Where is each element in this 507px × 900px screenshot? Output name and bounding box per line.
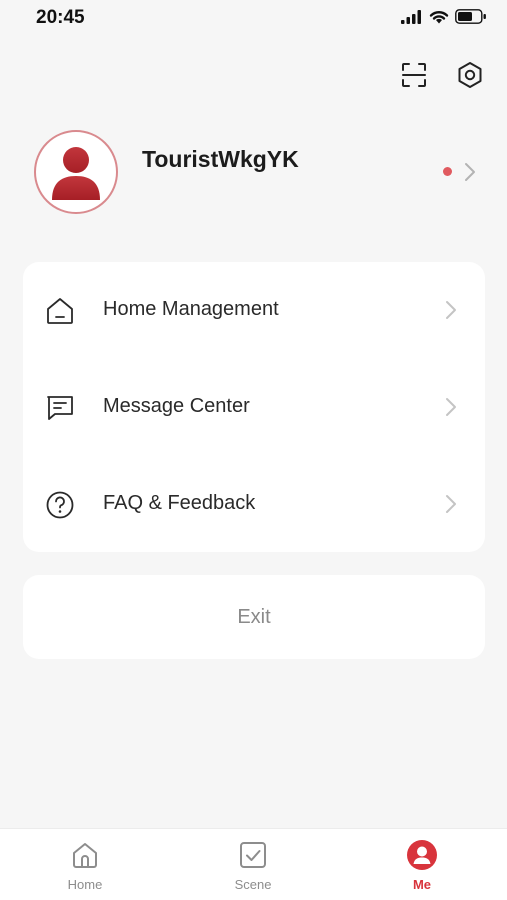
wifi-icon — [429, 11, 449, 24]
menu-item-message-center[interactable]: Message Center — [23, 359, 485, 455]
chevron-right-icon — [445, 494, 457, 519]
settings-button[interactable] — [455, 60, 485, 90]
menu-item-label: FAQ & Feedback — [103, 492, 256, 514]
tab-label: Scene — [234, 877, 272, 892]
tab-scene[interactable]: Scene — [203, 839, 303, 895]
top-actions — [399, 60, 485, 90]
tab-me[interactable]: Me — [372, 839, 472, 895]
menu-card: Home Management Message Center FAQ & Fee… — [23, 262, 485, 552]
status-time: 20:45 — [36, 7, 85, 28]
menu-item-faq-feedback[interactable]: FAQ & Feedback — [23, 456, 485, 552]
exit-button[interactable]: Exit — [23, 575, 485, 659]
menu-item-label: Home Management — [103, 298, 279, 320]
scene-icon — [237, 839, 269, 871]
scan-button[interactable] — [399, 60, 429, 90]
menu-item-label: Message Center — [103, 395, 250, 417]
notification-dot — [443, 167, 452, 176]
menu-item-home-management[interactable]: Home Management — [23, 262, 485, 358]
username: TouristWkgYK — [142, 146, 299, 172]
status-bar: 20:45 — [0, 0, 507, 38]
chevron-right-icon — [445, 397, 457, 422]
battery-icon — [455, 9, 486, 24]
signal-icon — [401, 9, 421, 24]
me-icon — [406, 839, 438, 871]
tab-label: Me — [412, 877, 432, 892]
home-icon — [69, 839, 101, 871]
question-icon — [45, 490, 75, 520]
status-icons — [401, 9, 487, 24]
user-avatar-icon — [41, 137, 111, 207]
avatar[interactable] — [34, 130, 118, 214]
exit-label: Exit — [237, 605, 271, 628]
profile-header[interactable]: TouristWkgYK — [34, 130, 482, 215]
chevron-right-icon — [445, 300, 457, 325]
house-icon — [45, 296, 75, 326]
scan-icon — [402, 63, 426, 87]
settings-icon — [458, 62, 482, 88]
message-icon — [45, 393, 75, 423]
tab-label: Home — [67, 877, 103, 892]
chevron-right-icon — [464, 162, 476, 187]
tab-home[interactable]: Home — [35, 839, 135, 895]
tab-bar: Home Scene Me — [0, 828, 507, 900]
